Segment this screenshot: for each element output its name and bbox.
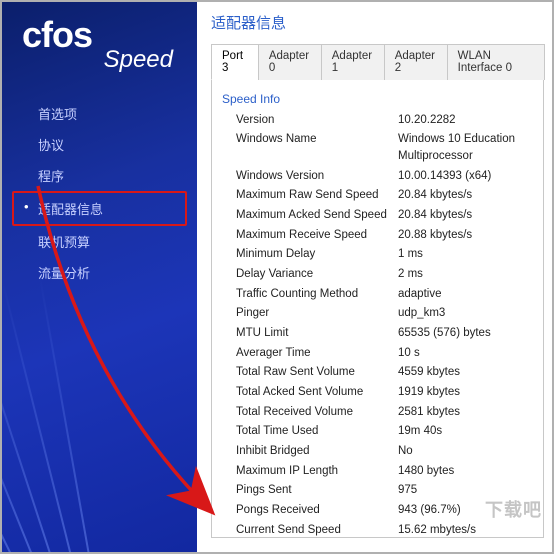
row-value: 10.20.2282: [398, 112, 543, 129]
info-row: Traffic Counting Methodadaptive: [218, 284, 543, 304]
nav-item-3[interactable]: 适配器信息: [12, 191, 187, 226]
tab-0[interactable]: Port 3: [211, 44, 259, 80]
row-value: udp_km3: [398, 305, 543, 322]
tab-bar: Port 3Adapter 0Adapter 1Adapter 2WLAN In…: [211, 43, 544, 80]
info-row: Windows NameWindows 10 Education Multipr…: [218, 130, 543, 166]
info-row: Windows Version10.00.14393 (x64): [218, 166, 543, 186]
row-value: 4559 kbytes: [398, 364, 543, 381]
row-label: Pings Sent: [236, 482, 398, 499]
tab-3[interactable]: Adapter 2: [384, 44, 448, 80]
info-row: Total Raw Sent Volume4559 kbytes: [218, 363, 543, 383]
info-row: Maximum Acked Send Speed20.84 kbytes/s: [218, 205, 543, 225]
row-label: Maximum IP Length: [236, 463, 398, 480]
row-value: 19m 40s: [398, 423, 543, 440]
info-row: Total Acked Sent Volume1919 kbytes: [218, 382, 543, 402]
info-panel: Speed Info Version10.20.2282Windows Name…: [211, 80, 544, 538]
row-value: 2581 kbytes: [398, 404, 543, 421]
row-label: Total Received Volume: [236, 404, 398, 421]
row-label: Maximum Acked Send Speed: [236, 207, 398, 224]
row-value: 10.00.14393 (x64): [398, 168, 543, 185]
row-value: No: [398, 443, 543, 460]
tab-2[interactable]: Adapter 1: [321, 44, 385, 80]
tab-1[interactable]: Adapter 0: [258, 44, 322, 80]
row-label: Current Send Speed: [236, 522, 398, 538]
info-row: Inhibit BridgedNo: [218, 441, 543, 461]
row-value: 1919 kbytes: [398, 384, 543, 401]
row-label: Windows Name: [236, 131, 398, 164]
decorative-lines: [2, 312, 197, 552]
info-rows: Version10.20.2282Windows NameWindows 10 …: [218, 110, 543, 538]
row-label: Total Acked Sent Volume: [236, 384, 398, 401]
content-area: 适配器信息 Port 3Adapter 0Adapter 1Adapter 2W…: [197, 2, 552, 552]
row-value: 65535 (576) bytes: [398, 325, 543, 342]
sidebar: cfos Speed 首选项协议程序适配器信息联机预算流量分析: [2, 2, 197, 552]
info-row: Maximum Receive Speed20.88 kbytes/s: [218, 225, 543, 245]
row-label: MTU Limit: [236, 325, 398, 342]
info-row: Minimum Delay1 ms: [218, 245, 543, 265]
info-row: Total Received Volume2581 kbytes: [218, 402, 543, 422]
row-label: Maximum Raw Send Speed: [236, 187, 398, 204]
info-row: Total Time Used19m 40s: [218, 422, 543, 442]
tab-4[interactable]: WLAN Interface 0: [447, 44, 545, 80]
row-label: Total Time Used: [236, 423, 398, 440]
info-row: Current Send Speed15.62 mbytes/s: [218, 520, 543, 538]
info-row: Pingerudp_km3: [218, 304, 543, 324]
row-value: 20.84 kbytes/s: [398, 187, 543, 204]
row-value: 20.84 kbytes/s: [398, 207, 543, 224]
logo: cfos Speed: [2, 2, 197, 80]
row-label: Maximum Receive Speed: [236, 227, 398, 244]
row-label: Traffic Counting Method: [236, 286, 398, 303]
info-row: Maximum IP Length1480 bytes: [218, 461, 543, 481]
page-title: 适配器信息: [211, 12, 544, 33]
nav-item-4[interactable]: 联机预算: [2, 226, 197, 257]
row-label: Delay Variance: [236, 266, 398, 283]
row-value: 1 ms: [398, 246, 543, 263]
nav-item-0[interactable]: 首选项: [2, 98, 197, 129]
row-label: Version: [236, 112, 398, 129]
info-row: Averager Time10 s: [218, 343, 543, 363]
nav-item-1[interactable]: 协议: [2, 129, 197, 160]
row-value: adaptive: [398, 286, 543, 303]
info-row: Maximum Raw Send Speed20.84 kbytes/s: [218, 186, 543, 206]
nav: 首选项协议程序适配器信息联机预算流量分析: [2, 98, 197, 288]
row-value: 20.88 kbytes/s: [398, 227, 543, 244]
row-value: 1480 bytes: [398, 463, 543, 480]
row-label: Total Raw Sent Volume: [236, 364, 398, 381]
row-label: Averager Time: [236, 345, 398, 362]
info-row: Version10.20.2282: [218, 110, 543, 130]
row-value: 10 s: [398, 345, 543, 362]
row-label: Inhibit Bridged: [236, 443, 398, 460]
nav-item-2[interactable]: 程序: [2, 160, 197, 191]
row-value: 2 ms: [398, 266, 543, 283]
row-value: 15.62 mbytes/s: [398, 522, 543, 538]
row-label: Minimum Delay: [236, 246, 398, 263]
nav-item-5[interactable]: 流量分析: [2, 257, 197, 288]
info-row: Delay Variance2 ms: [218, 264, 543, 284]
group-title: Speed Info: [222, 92, 543, 106]
row-label: Pinger: [236, 305, 398, 322]
app-window: cfos Speed 首选项协议程序适配器信息联机预算流量分析 适配器信息 Po…: [0, 0, 554, 554]
row-label: Pongs Received: [236, 502, 398, 519]
row-label: Windows Version: [236, 168, 398, 185]
row-value: Windows 10 Education Multiprocessor: [398, 131, 543, 164]
watermark: 下载吧: [485, 496, 542, 522]
info-row: MTU Limit65535 (576) bytes: [218, 323, 543, 343]
